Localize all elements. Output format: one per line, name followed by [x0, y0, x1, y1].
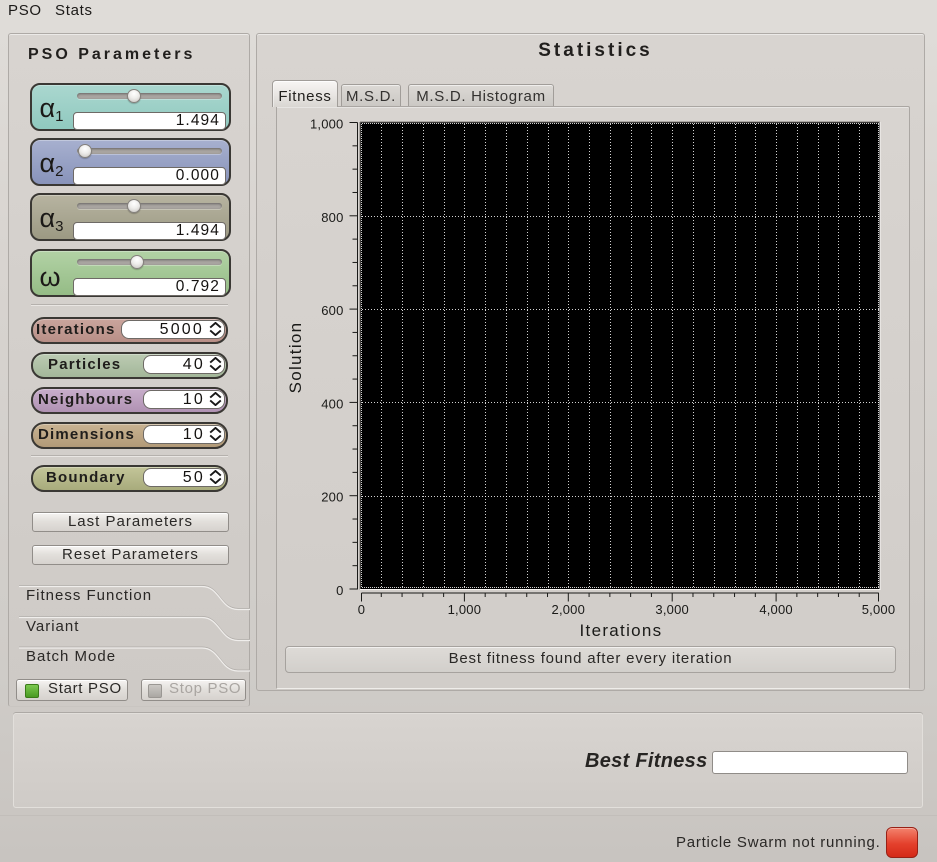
svg-text:200: 200 [321, 490, 343, 505]
svg-text:0: 0 [336, 583, 343, 598]
svg-text:3,000: 3,000 [655, 602, 689, 617]
svg-text:Iterations: Iterations [580, 621, 663, 640]
svg-text:5,000: 5,000 [862, 602, 896, 617]
svg-text:1,000: 1,000 [448, 602, 482, 617]
svg-text:0: 0 [358, 602, 365, 617]
svg-text:2,000: 2,000 [552, 602, 586, 617]
svg-text:800: 800 [321, 210, 343, 225]
svg-text:400: 400 [321, 396, 343, 411]
svg-text:4,000: 4,000 [759, 602, 793, 617]
svg-text:600: 600 [321, 303, 343, 318]
svg-text:Solution: Solution [286, 322, 305, 394]
svg-text:1,000: 1,000 [310, 117, 344, 132]
